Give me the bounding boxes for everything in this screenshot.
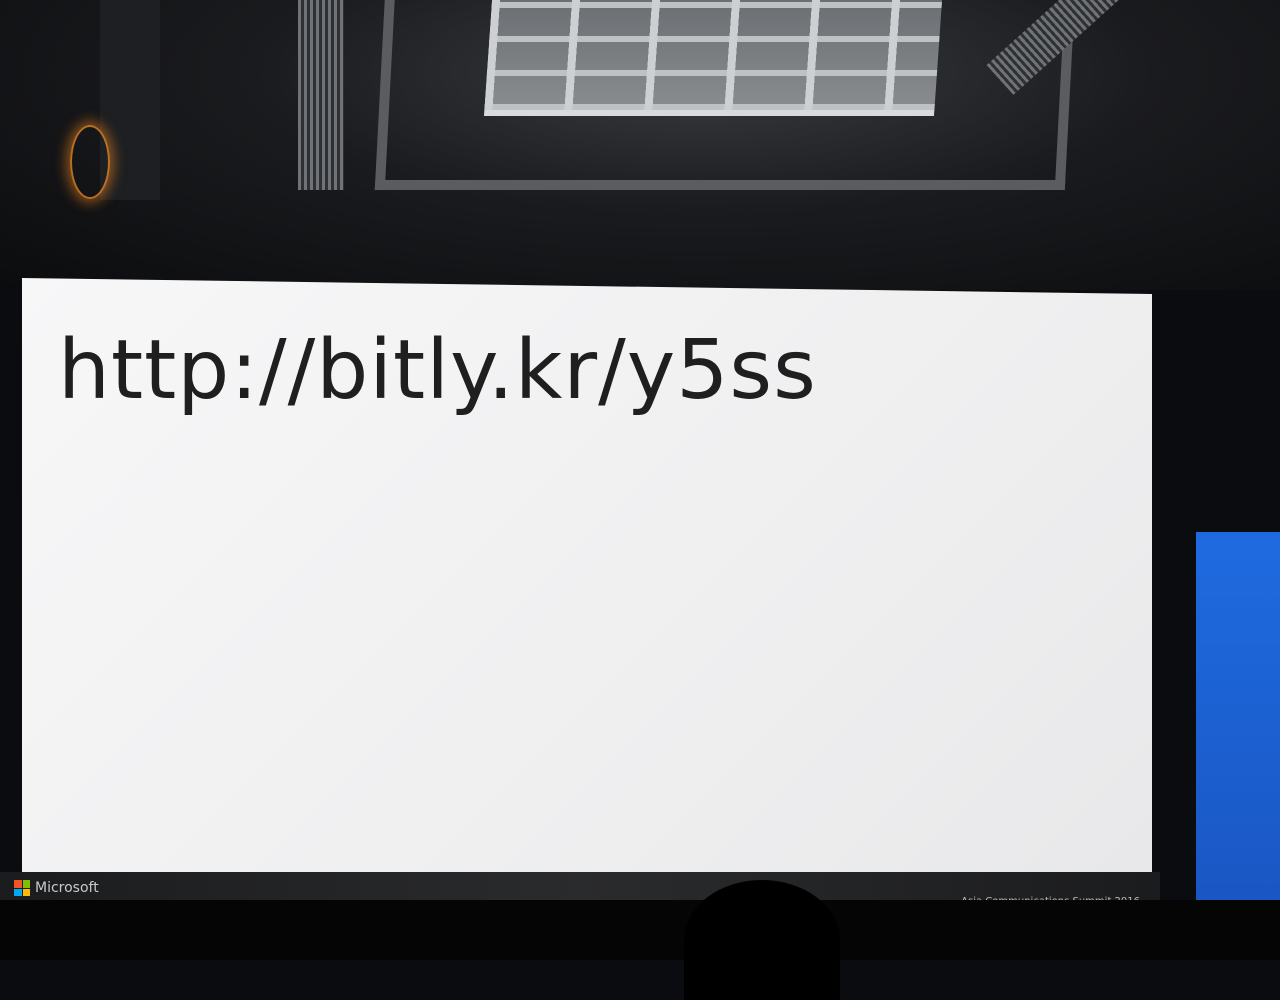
side-screen — [1196, 532, 1280, 927]
slide-url-text: http://bitly.kr/y5ss — [58, 323, 817, 418]
microsoft-logo-icon — [14, 880, 30, 896]
ceiling-light-panel — [483, 0, 943, 116]
audience-silhouette — [684, 880, 840, 1000]
ceiling-vent-left — [298, 0, 344, 190]
microsoft-logo: Microsoft — [14, 880, 99, 896]
stage-floor — [0, 900, 1280, 960]
projection-slide: http://bitly.kr/y5ss — [22, 278, 1152, 878]
orange-light — [70, 125, 110, 199]
brand-label: Microsoft — [35, 880, 99, 896]
